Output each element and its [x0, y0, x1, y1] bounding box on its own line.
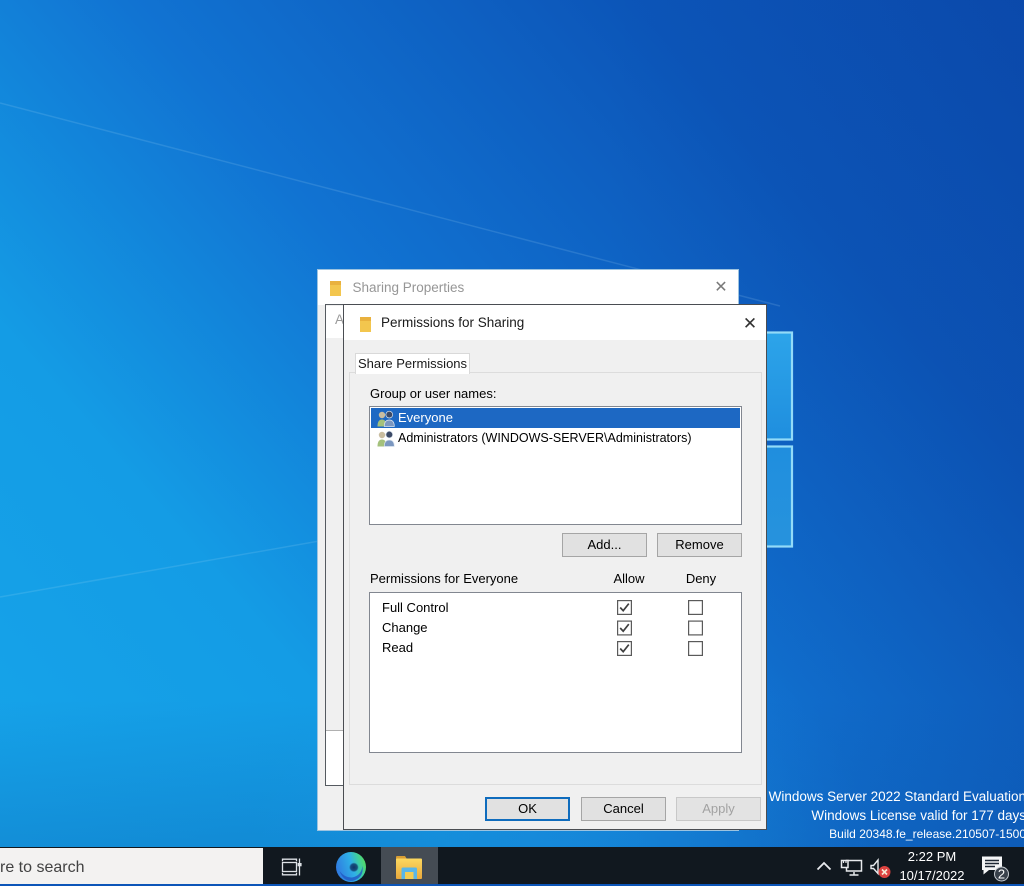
- svg-text:2: 2: [998, 867, 1005, 882]
